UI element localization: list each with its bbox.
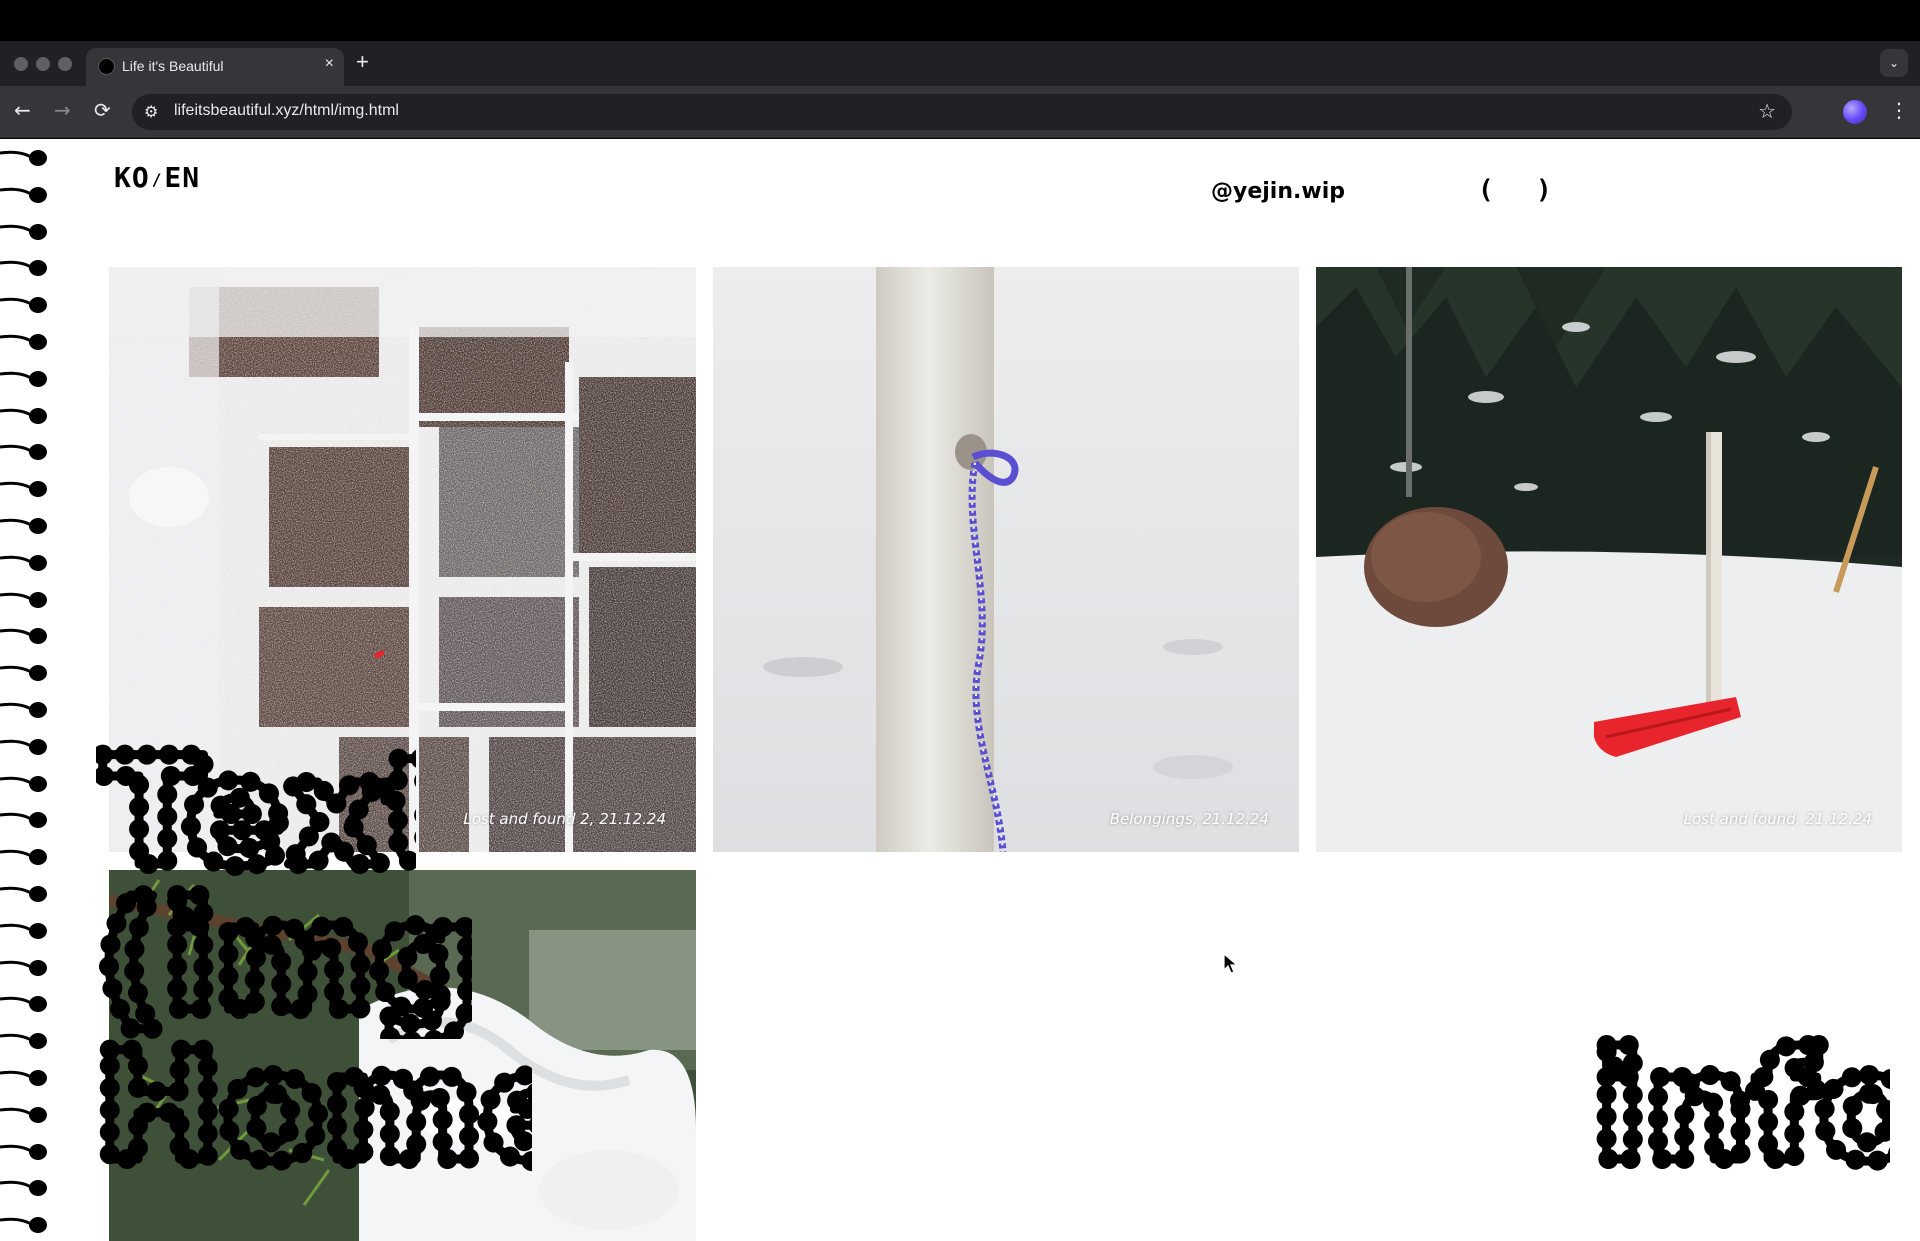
lang-separator: / [151,170,163,189]
spiral-ring-icon [0,665,47,682]
spiral-ring-icon [0,738,47,755]
spiral-ring-icon [0,334,47,350]
new-tab-plus-icon[interactable]: + [356,49,369,75]
lang-en-link[interactable]: EN [164,161,200,194]
browser-menu-kebab-icon[interactable]: ⋮ [1889,98,1909,122]
spiral-ring-icon [0,628,47,645]
nav-info-link[interactable]: info info [1590,1019,1890,1184]
svg-text:info: info [1594,1021,1890,1184]
spiral-ring-icon [0,702,47,718]
notebook-spiral-binding [0,145,60,1241]
spiral-ring-icon [0,775,47,792]
photo-caption: Belongings, 21.12.24 [1109,810,1269,828]
lang-ko-link[interactable]: KO [114,161,150,194]
back-arrow-icon[interactable]: ← [14,98,31,122]
spiral-ring-icon [0,812,47,829]
page-content: KO/EN @yejin.wip ( ) Lost and found 2, 2… [0,139,1920,1241]
window-zoom-dot[interactable] [58,57,72,71]
spiral-ring-icon [0,260,47,277]
photo-lost-and-found[interactable]: Lost and found, 21.12.24 [1316,267,1902,852]
language-toggle: KO/EN [114,161,200,194]
os-menubar-strip [0,0,1920,41]
tab-search-chevron-icon[interactable]: ⌄ [1880,49,1908,77]
bracket-close: ) [1536,175,1552,205]
window-close-dot[interactable] [14,57,28,71]
spiral-ring-icon [0,1180,47,1197]
red-sled-park-image [1316,267,1902,852]
bookmark-star-icon[interactable]: ☆ [1758,99,1776,123]
photo-caption: Lost and found, 21.12.24 [1683,810,1872,828]
bracket-open: ( [1478,175,1494,205]
spiral-ring-icon [0,1070,47,1086]
spiral-ring-icon [0,407,47,424]
browser-tab-active[interactable]: Life it's Beautiful × [86,48,344,86]
spiral-ring-icon [0,444,47,461]
tab-title: Life it's Beautiful [122,58,224,74]
spiral-ring-icon [0,481,47,498]
spiral-ring-icon [0,186,47,203]
svg-text:(img): (img) [96,871,472,1039]
spiral-ring-icon [0,297,47,314]
spiral-ring-icon [0,959,47,976]
reload-icon[interactable]: ⟳ [94,98,111,122]
svg-text:Home: Home [96,1021,532,1184]
spiral-ring-icon [0,922,47,939]
instagram-handle-link[interactable]: @yejin.wip [1211,179,1345,204]
pole-rope-image [713,267,1299,852]
spiral-ring-icon [0,554,47,571]
spiral-ring-icon [0,1143,47,1160]
site-settings-icon[interactable]: ⚙ [144,102,158,121]
spiral-ring-icon [0,1106,47,1123]
spiral-ring-icon [0,223,47,240]
spiral-ring-icon [0,996,47,1013]
spiral-ring-icon [0,886,47,902]
spiral-ring-icon [0,849,47,866]
nav-home-link[interactable]: Home Home [92,1019,532,1184]
profile-avatar-icon[interactable] [1843,100,1867,124]
mouse-cursor-icon [1223,953,1239,974]
window-minimize-dot[interactable] [36,57,50,71]
address-bar[interactable]: ⚙ lifeitsbeautiful.xyz/html/img.html ☆ [132,94,1792,130]
forward-arrow-icon[interactable]: → [54,98,71,122]
url-text[interactable]: lifeitsbeautiful.xyz/html/img.html [174,102,399,120]
spiral-ring-icon [0,1217,47,1234]
tab-close-icon[interactable]: × [325,55,334,73]
svg-text:Text: Text [102,729,416,889]
tab-favicon-icon [98,58,115,75]
spiral-ring-icon [0,150,47,166]
spiral-ring-icon [0,370,47,387]
photo-belongings[interactable]: Belongings, 21.12.24 [713,267,1299,852]
spiral-ring-icon [0,591,47,608]
spiral-ring-icon [0,518,47,534]
nav-text-link[interactable]: Text Text [96,729,416,889]
nav-img-link[interactable]: (img) (img) [92,869,472,1039]
spiral-ring-icon [0,1033,47,1050]
photo-caption: Lost and found 2, 21.12.24 [463,810,666,828]
